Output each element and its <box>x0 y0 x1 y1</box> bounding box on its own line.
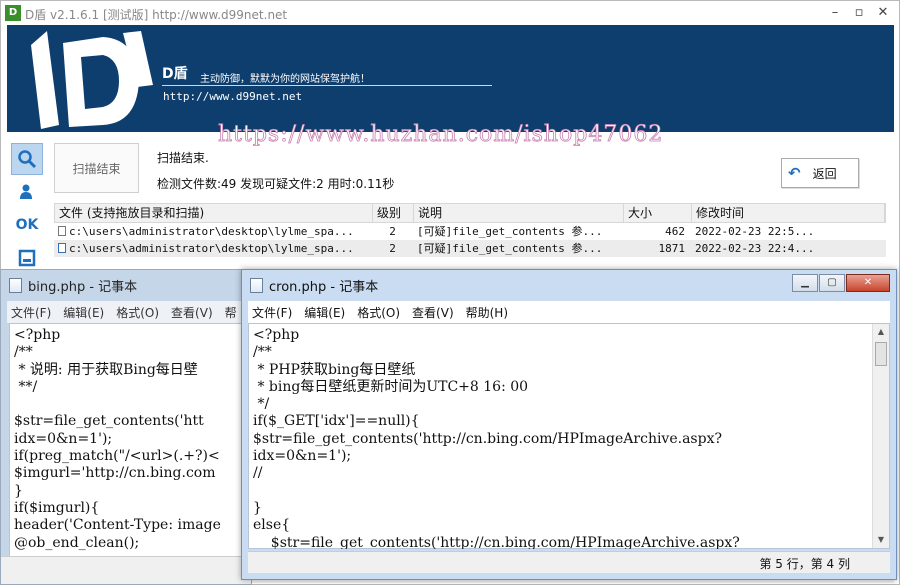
banner-divider <box>162 85 492 86</box>
notepad-bing-title: bing.php - 记事本 <box>28 279 138 295</box>
search-icon <box>18 150 37 169</box>
column-header-file[interactable]: 文件 (支持拖放目录和扫描) <box>55 204 373 222</box>
notepad-cron-title: cron.php - 记事本 <box>269 279 379 295</box>
notepad-bing-editor[interactable]: <?php /** * 说明: 用于获取Bing每日壁 **/ $str=fil… <box>9 323 251 584</box>
brand-name: D盾 <box>162 66 188 82</box>
close-button[interactable]: ✕ <box>846 274 890 292</box>
minimize-button[interactable]: – <box>824 4 846 22</box>
cell-size: 462 <box>665 225 685 238</box>
scroll-thumb[interactable] <box>875 342 887 366</box>
menu-file[interactable]: 文件(F) <box>252 304 292 321</box>
banner: D盾 主动防御，默默为你的网站保驾护航！ http://www.d99net.n… <box>7 25 894 132</box>
cell-level: 2 <box>389 225 396 238</box>
cell-file: c:\users\administrator\desktop\lylme_spa… <box>69 242 354 255</box>
cell-size: 1871 <box>658 242 686 255</box>
notepad-bing-window: bing.php - 记事本 文件(F) 编辑(E) 格式(O) 查看(V) 帮… <box>0 269 252 585</box>
notepad-bing-content: <?php /** * 说明: 用于获取Bing每日壁 **/ $str=fil… <box>14 327 221 551</box>
vertical-scrollbar[interactable]: ▲ ▼ <box>872 324 889 548</box>
notepad-bing-titlebar: bing.php - 记事本 <box>1 270 251 300</box>
user-shield-icon <box>20 184 32 199</box>
notepad-cron-content: <?php /** * PHP获取bing每日壁纸 * bing每日壁纸更新时间… <box>253 327 740 549</box>
website-link[interactable]: http://www.d99net.net <box>163 90 302 103</box>
cell-desc: [可疑]file_get_contents 参... <box>417 242 603 255</box>
file-icon <box>58 226 66 236</box>
cursor-position: 第 5 行，第 4 列 <box>759 557 850 571</box>
scan-button[interactable]: 扫描结束 <box>54 143 139 193</box>
table-row[interactable]: c:\users\administrator\desktop\lylme_spa… <box>54 240 886 257</box>
notepad-cron-titlebar: cron.php - 记事本 ▁ ▢ ✕ <box>242 270 896 300</box>
sidebar-ok-button[interactable]: OK <box>11 209 43 241</box>
notepad-icon <box>250 277 263 293</box>
menu-help[interactable]: 帮 <box>225 304 237 321</box>
notepad-cron-editor[interactable]: <?php /** * PHP获取bing每日壁纸 * bing每日壁纸更新时间… <box>248 323 890 549</box>
cell-level: 2 <box>389 242 396 255</box>
column-header-time[interactable]: 修改时间 <box>692 204 885 222</box>
back-button[interactable]: ↶ 返回 <box>781 158 859 188</box>
menu-view[interactable]: 查看(V) <box>412 304 454 321</box>
window-icon <box>18 249 36 267</box>
column-header-level[interactable]: 级别 <box>373 204 414 222</box>
notepad-bing-menubar: 文件(F) 编辑(E) 格式(O) 查看(V) 帮 <box>7 301 251 323</box>
file-icon <box>58 243 66 253</box>
column-header-size[interactable]: 大小 <box>624 204 692 222</box>
notepad-cron-statusbar: 第 5 行，第 4 列 <box>248 551 890 573</box>
menu-file[interactable]: 文件(F) <box>11 304 51 321</box>
watermark: https://www.huzhan.com/ishop47062 <box>218 122 664 148</box>
slogan: 主动防御，默默为你的网站保驾护航！ <box>200 74 370 85</box>
menu-edit[interactable]: 编辑(E) <box>63 304 104 321</box>
maximize-button[interactable]: ▫ <box>848 4 870 22</box>
scroll-down-icon[interactable]: ▼ <box>873 532 889 548</box>
close-button[interactable]: ✕ <box>872 4 894 22</box>
undo-arrow-icon: ↶ <box>788 164 801 182</box>
maximize-button[interactable]: ▢ <box>819 274 845 292</box>
sidebar: OK <box>11 143 43 275</box>
ok-icon: OK <box>15 217 39 233</box>
scan-summary: 检测文件数:49 发现可疑文件:2 用时:0.11秒 <box>157 177 395 191</box>
menu-format[interactable]: 格式(O) <box>357 304 400 321</box>
notepad-bing-statusbar <box>1 556 251 584</box>
notepad-cron-window: cron.php - 记事本 ▁ ▢ ✕ 文件(F) 编辑(E) 格式(O) 查… <box>241 269 897 580</box>
column-header-desc[interactable]: 说明 <box>414 204 624 222</box>
cell-time: 2022-02-23 22:5... <box>695 225 815 238</box>
d-logo-icon <box>31 31 153 129</box>
menu-format[interactable]: 格式(O) <box>116 304 159 321</box>
title-bar: D D盾 v2.1.6.1 [测试版] http://www.d99net.ne… <box>1 1 899 25</box>
back-button-label: 返回 <box>812 166 837 181</box>
app-logo-icon: D <box>5 5 21 21</box>
cell-desc: [可疑]file_get_contents 参... <box>417 225 603 238</box>
cell-time: 2022-02-23 22:4... <box>695 242 815 255</box>
cell-file: c:\users\administrator\desktop\lylme_spa… <box>69 225 354 238</box>
scan-status: 扫描结束. <box>157 151 209 165</box>
menu-edit[interactable]: 编辑(E) <box>304 304 345 321</box>
table-row[interactable]: c:\users\administrator\desktop\lylme_spa… <box>54 223 886 240</box>
minimize-button[interactable]: ▁ <box>792 274 818 292</box>
notepad-cron-menubar: 文件(F) 编辑(E) 格式(O) 查看(V) 帮助(H) <box>248 301 890 323</box>
menu-help[interactable]: 帮助(H) <box>466 304 508 321</box>
results-table: 文件 (支持拖放目录和扫描) 级别 说明 大小 修改时间 c:\users\ad… <box>54 203 886 257</box>
notepad-icon <box>9 277 22 293</box>
menu-view[interactable]: 查看(V) <box>171 304 213 321</box>
sidebar-user-button[interactable] <box>11 176 43 208</box>
table-header: 文件 (支持拖放目录和扫描) 级别 说明 大小 修改时间 <box>54 203 886 223</box>
scroll-up-icon[interactable]: ▲ <box>873 324 889 340</box>
sidebar-scan-button[interactable] <box>11 143 43 175</box>
window-title: D盾 v2.1.6.1 [测试版] http://www.d99net.net <box>25 8 288 22</box>
